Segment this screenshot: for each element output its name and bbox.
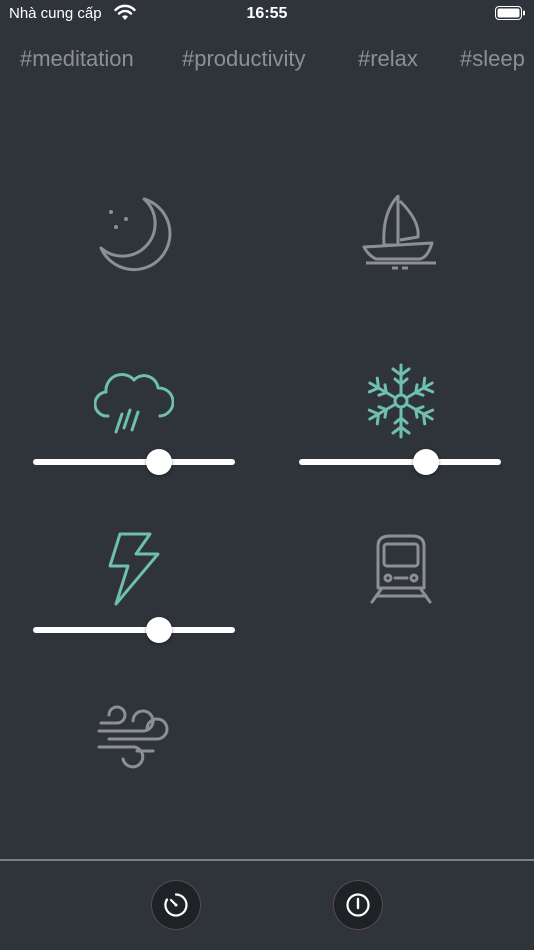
timer-icon [164, 893, 188, 917]
timer-button[interactable] [152, 881, 200, 929]
snowflake-icon [365, 363, 437, 439]
rain-volume-slider[interactable] [33, 449, 235, 475]
snow-volume-slider[interactable] [299, 449, 501, 475]
sound-tile-lightning[interactable] [106, 532, 162, 606]
power-button[interactable] [334, 881, 382, 929]
rain-volume-thumb[interactable] [146, 449, 172, 475]
battery-icon [495, 6, 525, 20]
sound-tile-wind[interactable] [97, 705, 173, 769]
tag-bar: #meditation #productivity #relax #sleep [0, 46, 534, 76]
lightning-volume-slider[interactable] [33, 617, 235, 643]
wind-icon [97, 705, 169, 769]
tag-relax[interactable]: #relax [358, 46, 418, 72]
sound-tile-train[interactable] [368, 532, 434, 606]
sailboat-icon [362, 194, 436, 270]
power-icon [346, 893, 370, 917]
snow-volume-thumb[interactable] [413, 449, 439, 475]
status-bar: Nhà cung cấp 16:55 [0, 0, 534, 30]
clock: 16:55 [246, 5, 288, 22]
sound-tile-sailboat[interactable] [362, 193, 438, 273]
sound-tile-rain[interactable] [94, 370, 174, 436]
train-icon [370, 534, 432, 604]
bottom-divider [0, 859, 534, 861]
lightning-icon [108, 532, 160, 606]
sound-tile-snow[interactable] [365, 363, 437, 439]
tag-meditation[interactable]: #meditation [20, 46, 134, 72]
lightning-volume-thumb[interactable] [146, 617, 172, 643]
tag-productivity[interactable]: #productivity [182, 46, 306, 72]
tag-sleep[interactable]: #sleep [460, 46, 525, 72]
sound-tile-moon[interactable] [96, 195, 172, 273]
rain-cloud-icon [94, 373, 174, 434]
moon-stars-icon [99, 197, 172, 272]
